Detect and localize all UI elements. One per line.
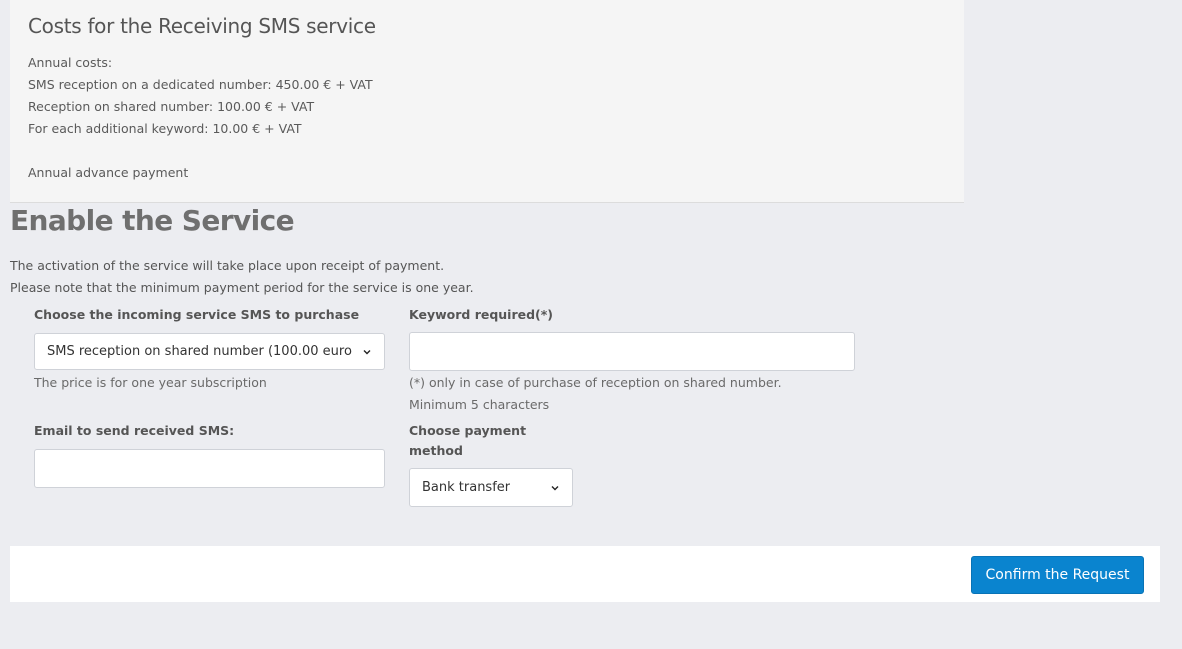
email-input[interactable] <box>34 449 385 488</box>
payment-method-label: Choose payment method <box>409 421 526 461</box>
service-select-label: Choose the incoming service SMS to purch… <box>34 307 360 322</box>
payment-method-value: Bank transfer <box>422 480 511 495</box>
email-label: Email to send received SMS: <box>34 423 235 438</box>
enable-service-title: Enable the Service <box>10 204 295 237</box>
annual-costs-label: Annual costs: <box>28 55 113 70</box>
keyword-input[interactable] <box>409 332 855 371</box>
payment-method-label-line2: method <box>409 443 463 458</box>
chevron-down-icon <box>551 485 559 490</box>
keyword-label: Keyword required(*) <box>409 307 554 322</box>
activation-note: The activation of the service will take … <box>10 258 445 273</box>
keyword-min-chars-text: Minimum 5 characters <box>409 397 550 412</box>
cost-additional-keyword: For each additional keyword: 10.00 € + V… <box>28 121 302 136</box>
service-select-value: SMS reception on shared number (100.00 e… <box>47 344 352 359</box>
payment-method-select[interactable]: Bank transfer <box>409 468 573 507</box>
cost-shared-number: Reception on shared number: 100.00 € + V… <box>28 99 315 114</box>
minimum-period-note: Please note that the minimum payment per… <box>10 280 474 295</box>
cost-dedicated-number: SMS reception on a dedicated number: 450… <box>28 77 373 92</box>
costs-panel: Costs for the Receiving SMS service Annu… <box>10 0 964 203</box>
service-select[interactable]: SMS reception on shared number (100.00 e… <box>34 333 385 370</box>
service-help-text: The price is for one year subscription <box>34 375 267 390</box>
keyword-help-text: (*) only in case of purchase of receptio… <box>409 375 782 390</box>
chevron-down-icon <box>363 349 371 354</box>
confirm-request-button[interactable]: Confirm the Request <box>971 556 1144 594</box>
annual-advance-payment: Annual advance payment <box>28 165 189 180</box>
costs-title: Costs for the Receiving SMS service <box>28 14 376 38</box>
payment-method-label-line1: Choose payment <box>409 423 527 438</box>
